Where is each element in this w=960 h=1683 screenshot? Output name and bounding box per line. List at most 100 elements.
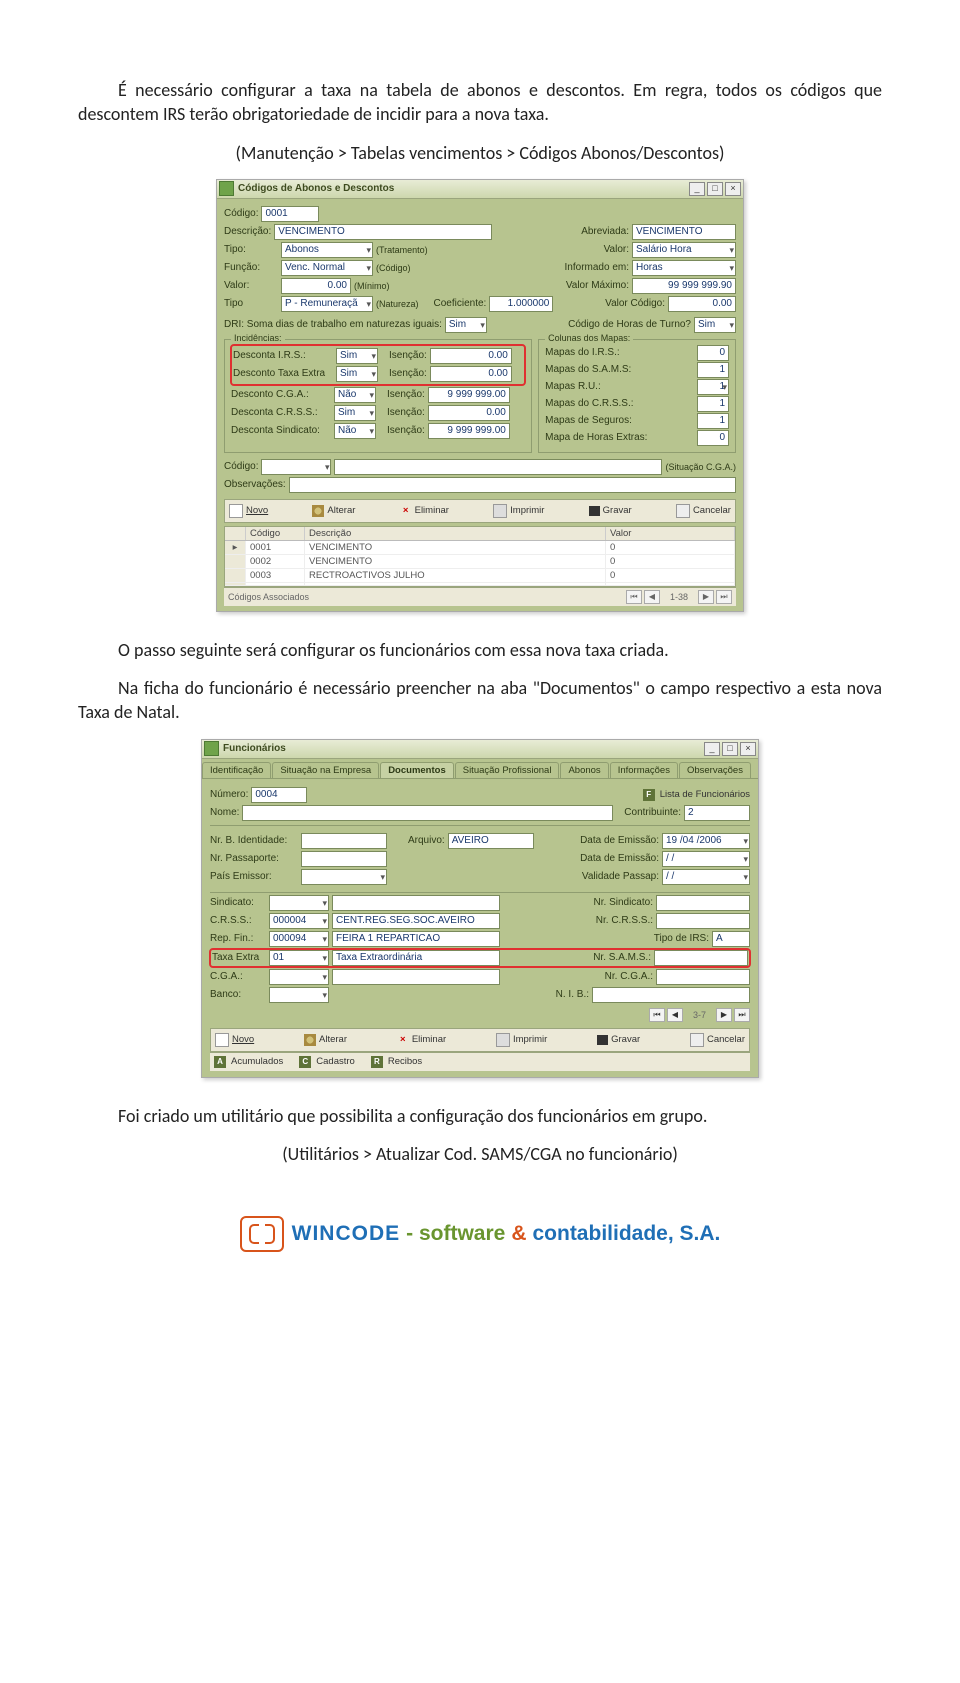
legend-acumulados[interactable]: AAcumulados [214,1056,283,1068]
tab-identificacao[interactable]: Identificação [202,762,271,778]
select-funcao[interactable]: Venc. Normal [281,260,373,276]
input-taxaex-desc[interactable]: Taxa Extraordinária [332,950,500,966]
minimize-icon[interactable]: _ [689,182,705,196]
input-crss-desc[interactable]: CENT.REG.SEG.SOC.AVEIRO [332,913,500,929]
input-vcod[interactable]: 0.00 [668,296,736,312]
input-arquivo[interactable]: AVEIRO [448,833,534,849]
nav-last-icon[interactable]: ⏭ [716,590,732,604]
input-sind-isen[interactable]: 9 999 999.00 [428,423,510,439]
input-mapa-sams[interactable]: 1 [697,362,729,378]
input-crss-isen[interactable]: 0.00 [428,405,510,421]
nav-next-icon[interactable]: ▶ [716,1008,732,1022]
input-de1[interactable]: 19 /04 /2006 [662,833,750,849]
input-coef[interactable]: 1.000000 [489,296,553,312]
input-nsams[interactable] [654,950,748,966]
select-crss[interactable]: 000004 [269,913,329,929]
select-cga[interactable]: Não [334,387,376,403]
table-row[interactable] [225,583,735,586]
select-tipo2[interactable]: P - Remuneraçã [281,296,373,312]
eliminar-button[interactable]: ×Eliminar [400,505,449,517]
select-mapa-ru[interactable]: 1 [697,379,729,395]
input-nib[interactable] [592,987,750,1003]
select-pemiss[interactable] [301,869,387,885]
input-mapa-crss[interactable]: 1 [697,396,729,412]
select-valor[interactable]: Salário Hora [632,242,736,258]
input-cga-isen[interactable]: 9 999 999.00 [428,387,510,403]
close-icon[interactable]: × [740,742,756,756]
input-nsind[interactable] [656,895,750,911]
select-irs[interactable]: Sim [336,348,378,364]
nav-first-icon[interactable]: ⏮ [626,590,642,604]
nav-first-icon[interactable]: ⏮ [649,1008,665,1022]
select-codigo-sit[interactable] [261,459,331,475]
select-taxa-extra[interactable]: Sim [336,366,378,382]
input-cga-desc[interactable] [332,969,500,985]
input-pass[interactable] [301,851,387,867]
tab-informacoes[interactable]: Informações [610,762,678,778]
alterar-button[interactable]: Alterar [304,1034,347,1046]
input-nome[interactable] [242,805,613,821]
input-descricao[interactable]: VENCIMENTO [274,224,492,240]
maximize-icon[interactable]: □ [707,182,723,196]
input-bi[interactable] [301,833,387,849]
select-informado[interactable]: Horas [632,260,736,276]
eliminar-button[interactable]: ×Eliminar [397,1034,446,1046]
nav-prev-icon[interactable]: ◀ [667,1008,683,1022]
cancelar-button[interactable]: Cancelar [676,504,731,518]
close-icon[interactable]: × [725,182,741,196]
input-abreviada[interactable]: VENCIMENTO [632,224,736,240]
input-vmax[interactable]: 99 999 999.90 [632,278,736,294]
select-horasturno[interactable]: Sim [694,317,736,333]
input-sindic-desc[interactable] [332,895,500,911]
input-numero[interactable]: 0004 [251,787,307,803]
grid-header-valor[interactable]: Valor [606,527,735,540]
input-ncrss[interactable] [656,913,750,929]
select-banco[interactable] [269,987,329,1003]
gravar-button[interactable]: Gravar [589,505,632,516]
nav-prev-icon[interactable]: ◀ [644,590,660,604]
select-sindic[interactable] [269,895,329,911]
cancelar-button[interactable]: Cancelar [690,1033,745,1047]
gravar-button[interactable]: Gravar [597,1034,640,1045]
select-tipo[interactable]: Abonos [281,242,373,258]
input-irs-isen[interactable]: 0.00 [430,348,512,364]
input-mapa-seg[interactable]: 1 [697,413,729,429]
select-repfin[interactable]: 000094 [269,931,329,947]
input-repfin-desc[interactable]: FEIRA 1 REPARTICAO [332,931,500,947]
imprimir-button[interactable]: Imprimir [496,1033,547,1047]
input-mapa-irs[interactable]: 0 [697,345,729,361]
tab-observacoes[interactable]: Observações [679,762,751,778]
input-taxa-isen[interactable]: 0.00 [430,366,512,382]
tab-situacao-prof[interactable]: Situação Profissional [455,762,560,778]
select-taxaex[interactable]: 01 [269,950,329,966]
nav-next-icon[interactable]: ▶ [698,590,714,604]
legend-recibos[interactable]: RRecibos [371,1056,422,1068]
input-contrib[interactable]: 2 [684,805,750,821]
imprimir-button[interactable]: Imprimir [493,504,544,518]
minimize-icon[interactable]: _ [704,742,720,756]
input-mapa-he[interactable]: 0 [697,430,729,446]
input-ncga[interactable] [656,969,750,985]
novo-button[interactable]: Novo [229,504,268,518]
input-valor-min[interactable]: 0.00 [281,278,351,294]
input-de2[interactable]: / / [662,851,750,867]
tab-situacao-empresa[interactable]: Situação na Empresa [272,762,379,778]
legend-cadastro[interactable]: CCadastro [299,1056,355,1068]
grid-header-codigo[interactable]: Código [246,527,305,540]
tab-documentos[interactable]: Documentos [380,762,454,778]
nav-last-icon[interactable]: ⏭ [734,1008,750,1022]
lista-funcionarios-button[interactable]: FLista de Funcionários [643,789,750,801]
input-vpass[interactable]: / / [662,869,750,885]
maximize-icon[interactable]: □ [722,742,738,756]
tab-abonos[interactable]: Abonos [560,762,608,778]
select-dri[interactable]: Sim [445,317,487,333]
input-obs[interactable] [289,477,736,493]
table-row[interactable]: 0002VENCIMENTO0 [225,555,735,569]
select-crss[interactable]: Sim [334,405,376,421]
novo-button[interactable]: Novo [215,1033,254,1047]
select-cga2[interactable] [269,969,329,985]
alterar-button[interactable]: Alterar [312,505,355,517]
input-sit-desc[interactable] [334,459,662,475]
input-tipoirs[interactable]: A [712,931,750,947]
input-codigo[interactable]: 0001 [261,206,319,222]
